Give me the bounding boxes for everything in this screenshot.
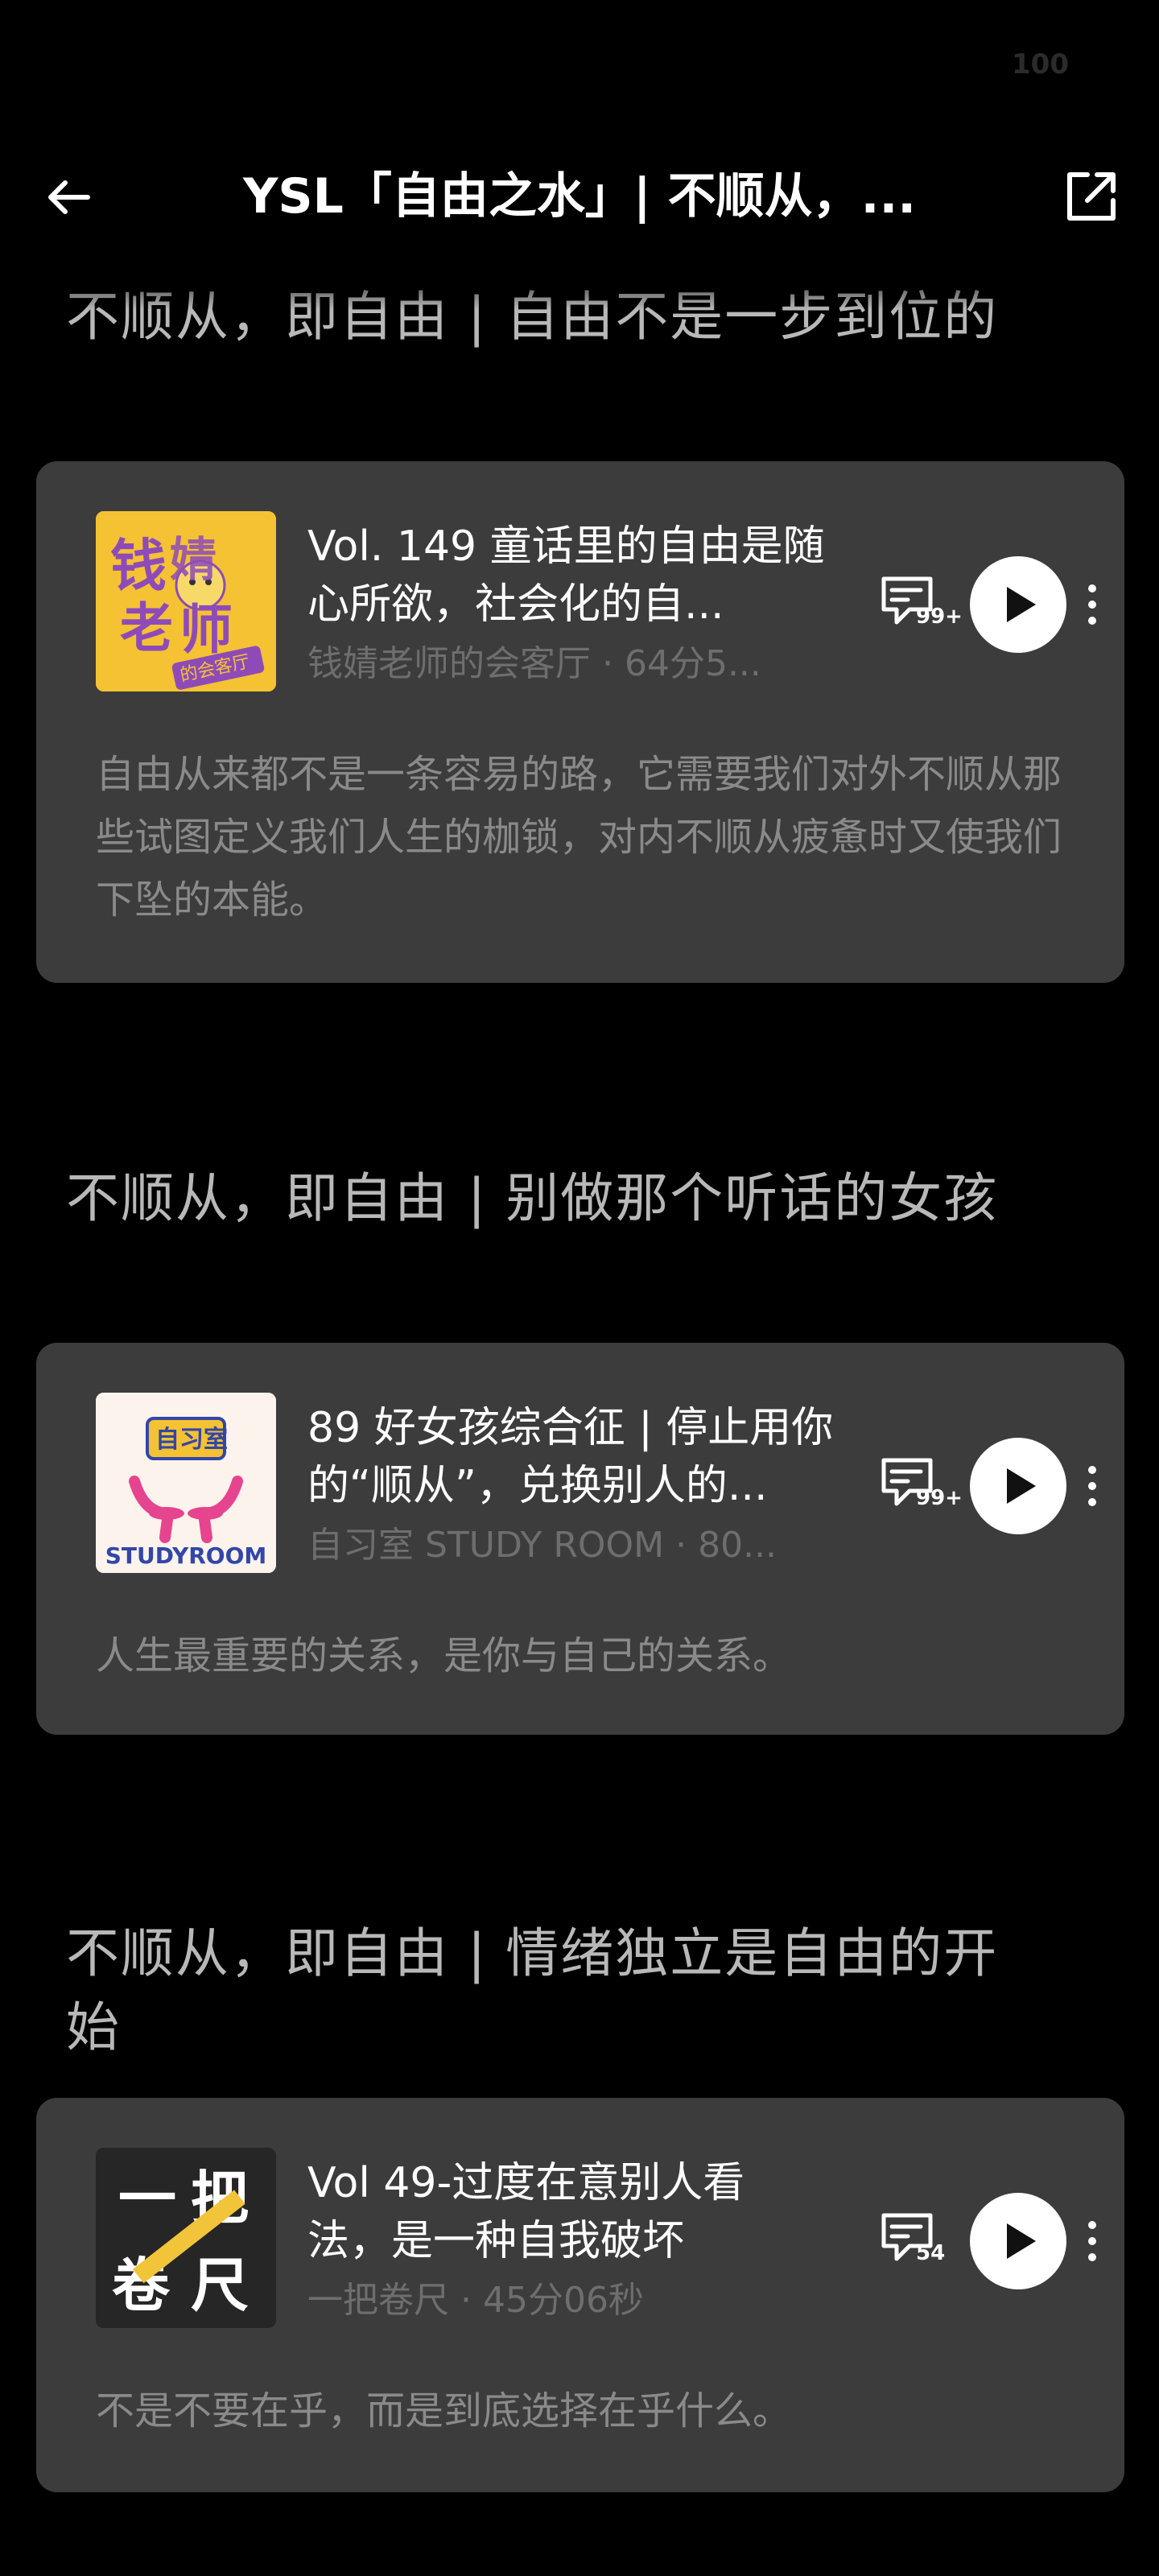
- svg-text:自习室: 自习室: [155, 1426, 228, 1454]
- episode-title[interactable]: Vol 49-过度在意别人看法，是一种自我破坏: [307, 2154, 823, 2270]
- comment-button[interactable]: 99+: [879, 1455, 967, 1520]
- episode-cover[interactable]: 自习室 STUDYROOM: [96, 1393, 276, 1573]
- episode-cover[interactable]: 钱 婧 老 师 的会客厅: [96, 511, 276, 691]
- play-icon: [1007, 2223, 1036, 2259]
- more-dot-icon: [1088, 617, 1096, 625]
- section-title: 不顺从，即自由 | 情绪独立是自由的开始: [66, 1922, 999, 2058]
- svg-text:STUDYROOM: STUDYROOM: [105, 1542, 267, 1569]
- svg-text:尺: 尺: [191, 2252, 249, 2319]
- episode-description: 不是不要在乎，而是到底选择在乎什么。: [96, 2388, 792, 2434]
- episode-description: 人生最重要的关系，是你与自己的关系。: [96, 1633, 792, 1678]
- more-dot-icon: [1088, 2253, 1096, 2261]
- episode-cover[interactable]: 一 把 卷 尺: [96, 2148, 276, 2328]
- page-title: YSL「自由之水」| 不顺从，...: [242, 168, 917, 225]
- episode-card[interactable]: 钱 婧 老 师 的会客厅 Vol. 149 童话里的自由是随心所欲，社会化的自.…: [36, 461, 1124, 983]
- battery-level: 100: [1012, 48, 1069, 80]
- share-external-icon: [1067, 172, 1116, 221]
- section-title: 不顺从，即自由 | 别做那个听话的女孩: [66, 1167, 999, 1229]
- more-dot-icon: [1088, 2237, 1096, 2245]
- comment-count: 54: [916, 2241, 946, 2265]
- more-dot-icon: [1088, 584, 1096, 592]
- play-icon: [1007, 1468, 1036, 1504]
- svg-text:婧: 婧: [170, 532, 217, 587]
- more-options-button[interactable]: [1076, 558, 1108, 651]
- more-options-button[interactable]: [1076, 2194, 1108, 2288]
- episode-card[interactable]: 自习室 STUDYROOM 89 好女孩综合征 | 停止用你的“顺从”，兑换别人…: [36, 1343, 1124, 1735]
- comment-count: 99+: [916, 605, 963, 629]
- svg-text:钱: 钱: [110, 533, 167, 599]
- svg-text:一: 一: [118, 2165, 176, 2232]
- episode-meta: 钱婧老师的会客厅 · 64分5...: [307, 643, 761, 684]
- more-dot-icon: [1088, 2221, 1096, 2229]
- more-options-button[interactable]: [1076, 1439, 1108, 1533]
- episode-title[interactable]: Vol. 149 童话里的自由是随心所欲，社会化的自...: [307, 518, 855, 634]
- podcast-cover-art: 钱 婧 老 师 的会客厅: [96, 511, 276, 691]
- episode-description: 自由从来都不是一条容易的路，它需要我们对外不顺从那些试图定义我们人生的枷锁，对内…: [96, 752, 1062, 923]
- play-button[interactable]: [970, 556, 1066, 653]
- episode-meta: 一把卷尺 · 45分06秒: [307, 2280, 644, 2321]
- comment-button[interactable]: 54: [879, 2211, 967, 2275]
- more-dot-icon: [1088, 1498, 1096, 1506]
- episode-meta: 自习室 STUDY ROOM · 80...: [307, 1525, 777, 1566]
- play-button[interactable]: [970, 1438, 1066, 1534]
- header-fade: [0, 262, 1159, 310]
- episode-title[interactable]: 89 好女孩综合征 | 停止用你的“顺从”，兑换别人的...: [307, 1399, 855, 1515]
- svg-text:老: 老: [120, 597, 173, 659]
- arrow-left-icon: [48, 180, 90, 214]
- more-dot-icon: [1088, 1482, 1096, 1490]
- comment-count: 99+: [916, 1486, 963, 1510]
- episode-card[interactable]: 一 把 卷 尺 Vol 49-过度在意别人看法，是一种自我破坏 一把卷尺 · 4…: [36, 2098, 1124, 2492]
- podcast-cover-art: 自习室 STUDYROOM: [96, 1393, 276, 1573]
- svg-text:师: 师: [179, 599, 233, 661]
- podcast-cover-art: 一 把 卷 尺: [96, 2148, 276, 2328]
- back-button[interactable]: [32, 161, 105, 233]
- status-bar: 100: [0, 0, 1159, 129]
- more-dot-icon: [1088, 601, 1096, 609]
- share-button[interactable]: [1054, 161, 1127, 233]
- comment-button[interactable]: 99+: [879, 574, 967, 638]
- play-icon: [1007, 587, 1036, 622]
- top-app-bar: YSL「自由之水」| 不顺从，...: [0, 129, 1159, 262]
- play-button[interactable]: [970, 2193, 1066, 2289]
- more-dot-icon: [1088, 1466, 1096, 1474]
